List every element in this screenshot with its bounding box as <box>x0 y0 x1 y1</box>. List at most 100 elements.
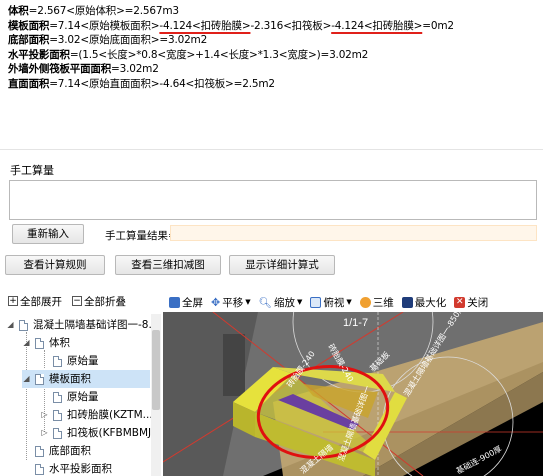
formula-key: 底部面积 <box>8 34 50 47</box>
document-icon <box>53 355 62 367</box>
tree-item-bottom-area[interactable]: 底部面积 <box>35 442 91 460</box>
document-icon <box>53 409 62 421</box>
document-icon <box>35 373 44 385</box>
formula-formwork-area: 模板面积=7.14<原始模板面积> -4.124<扣砖胎膜>-2.316<扣筏板>… <box>8 19 535 34</box>
collapse-all-label: 全部折叠 <box>84 295 126 308</box>
formula-text: =3.02m2 <box>111 63 159 76</box>
pan-label: 平移 <box>222 296 244 309</box>
formula-text: =3.02<原始底面面积>=3.02m2 <box>49 34 208 47</box>
axis-label: 1/1-7 <box>343 317 368 329</box>
tree-item-label: 体积 <box>49 337 70 349</box>
tree-item-label: 扣筏板(KFBMBMJ) <box>67 427 156 439</box>
formula-horizontal-projection: 水平投影面积=(1.5<长度>*0.8<宽度>+1.4<长度>*1.3<宽度>)… <box>8 48 535 63</box>
component-tree: ◢ 混凝土隔墙基础详图一-8... ◢ 体积 原始量 ◢ 模板面积 原始量 ▷ … <box>0 314 163 476</box>
top-view-icon <box>310 296 322 308</box>
view-toolbar: 全屏 ✥ 平移 ▼ 🔍︎ 缩放 ▼ 俯视 ▼ 三维 最大化 ✕ 关闭 <box>165 292 543 312</box>
scroll-thumb[interactable] <box>152 330 160 410</box>
formula-text: =0m2 <box>422 19 454 32</box>
magnifier-icon: 🔍︎ <box>258 296 272 309</box>
formula-volume: 体积=2.567<原始体积>=2.567m3 <box>8 4 535 19</box>
manual-quantity-label: 手工算量 <box>10 164 54 177</box>
expand-arrow-icon[interactable]: ▷ <box>40 424 49 442</box>
tree-guide-line <box>44 350 45 368</box>
close-label: 关闭 <box>467 296 489 309</box>
expand-arrow-icon[interactable]: ▷ <box>40 406 49 424</box>
tree-item-volume-original[interactable]: 原始量 <box>53 352 99 370</box>
expand-icon: + <box>8 296 18 306</box>
formula-text: -2.316<扣筏板> <box>250 19 332 32</box>
three-d-label: 三维 <box>372 296 394 309</box>
formula-key: 体积 <box>8 5 29 17</box>
deduction-brick-mould-2: -4.124<扣砖胎膜> <box>331 19 423 32</box>
document-icon <box>19 319 28 331</box>
expand-all-button[interactable]: + 全部展开 <box>8 294 62 309</box>
formula-text: =7.14<原始模板面积> <box>49 19 160 32</box>
calculation-formula-panel: 体积=2.567<原始体积>=2.567m3 模板面积=7.14<原始模板面积>… <box>0 0 543 150</box>
view-calc-rule-button[interactable]: 查看计算规则 <box>5 255 105 275</box>
document-icon <box>53 427 62 439</box>
tree-item-volume[interactable]: ◢ 体积 <box>22 334 70 352</box>
formula-outer-raft-area: 外墙外侧筏板平面面积=3.02m2 <box>8 62 535 77</box>
maximize-label: 最大化 <box>414 296 447 309</box>
pan-button[interactable]: ✥ 平移 ▼ <box>211 295 251 310</box>
collapse-all-button[interactable]: − 全部折叠 <box>72 294 126 309</box>
formula-key: 水平投影面积 <box>8 48 70 61</box>
formula-text: =2.567<原始体积>=2.567m3 <box>28 5 179 17</box>
formula-bottom-area: 底部面积=3.02<原始底面面积>=3.02m2 <box>8 33 535 48</box>
top-view-label: 俯视 <box>323 296 345 309</box>
view-3d-deduction-button[interactable]: 查看三维扣减图 <box>115 255 221 275</box>
fullscreen-icon <box>169 296 180 308</box>
chevron-down-icon: ▼ <box>346 298 352 306</box>
scene-label: 基础连-900厚 <box>454 443 503 475</box>
formula-key: 模板面积 <box>8 19 50 32</box>
fullscreen-button[interactable]: 全屏 <box>169 295 203 310</box>
three-d-button[interactable]: 三维 <box>359 295 394 310</box>
formula-key: 直面面积 <box>8 77 50 90</box>
formula-key: 外墙外侧筏板平面面积 <box>8 63 111 76</box>
reinput-button[interactable]: 重新输入 <box>12 224 84 244</box>
top-view-button[interactable]: 俯视 ▼ <box>310 295 352 310</box>
3d-viewport[interactable]: 1/1-7 砖胎膜-240 砖胎膜-240 混凝土隔墙基础详图一-850厚 7.… <box>163 312 543 476</box>
zoom-button[interactable]: 🔍︎ 缩放 ▼ <box>259 295 303 310</box>
tree-item-label: 扣砖胎膜(KZTM... <box>67 409 153 421</box>
expand-all-label: 全部展开 <box>20 295 62 308</box>
formula-vertical-face-area: 直面面积=7.14<原始直面面积>-4.64<扣筏板>=2.5m2 <box>8 77 535 92</box>
collapse-arrow-icon[interactable]: ◢ <box>22 370 31 388</box>
tree-item-raft-deduction[interactable]: ▷ 扣筏板(KFBMBMJ) <box>40 424 155 442</box>
show-detail-formula-button[interactable]: 显示详细计算式 <box>229 255 335 275</box>
document-icon <box>35 445 44 457</box>
chevron-down-icon: ▼ <box>296 298 303 306</box>
collapse-arrow-icon[interactable]: ◢ <box>22 334 31 352</box>
tree-item-root[interactable]: ◢ 混凝土隔墙基础详图一-8... <box>6 316 158 334</box>
pan-icon: ✥ <box>211 295 221 309</box>
formula-text: =7.14<原始直面面积>-4.64<扣筏板>=2.5m2 <box>49 77 275 90</box>
document-icon <box>35 337 44 349</box>
zoom-label: 缩放 <box>273 296 295 309</box>
fullscreen-label: 全屏 <box>182 296 203 309</box>
tree-item-formwork-area[interactable]: ◢ 模板面积 <box>22 370 150 388</box>
column <box>223 334 245 396</box>
3d-scene: 1/1-7 砖胎膜-240 砖胎膜-240 混凝土隔墙基础详图一-850厚 7.… <box>163 312 543 476</box>
tree-item-label: 水平投影面积 <box>49 463 112 475</box>
chevron-down-icon: ▼ <box>245 298 251 306</box>
tree-item-label: 混凝土隔墙基础详图一-8... <box>33 319 159 331</box>
tree-toolbar: + 全部展开 − 全部折叠 <box>0 292 163 310</box>
tree-item-formwork-original[interactable]: 原始量 <box>53 388 99 406</box>
tree-item-brick-mould[interactable]: ▷ 扣砖胎膜(KZTM... <box>40 406 153 424</box>
manual-result-label: 手工算量结果= <box>105 230 177 242</box>
tree-item-label: 原始量 <box>67 391 99 403</box>
formula-text: =(1.5<长度>*0.8<宽度>+1.4<长度>*1.3<宽度>)=3.02m… <box>69 48 369 61</box>
close-icon: ✕ <box>454 296 466 308</box>
close-button[interactable]: ✕ 关闭 <box>454 295 488 310</box>
manual-quantity-input[interactable] <box>9 180 537 220</box>
tree-item-horizontal-projection[interactable]: 水平投影面积 <box>35 460 112 476</box>
tree-item-label: 模板面积 <box>49 373 91 385</box>
document-icon <box>53 391 62 403</box>
document-icon <box>35 463 44 475</box>
collapse-icon: − <box>72 296 82 306</box>
collapse-arrow-icon[interactable]: ◢ <box>6 316 15 334</box>
tree-item-label: 原始量 <box>67 355 99 367</box>
manual-result-field[interactable] <box>170 225 537 241</box>
tree-scrollbar[interactable] <box>151 314 161 476</box>
maximize-button[interactable]: 最大化 <box>401 295 447 310</box>
